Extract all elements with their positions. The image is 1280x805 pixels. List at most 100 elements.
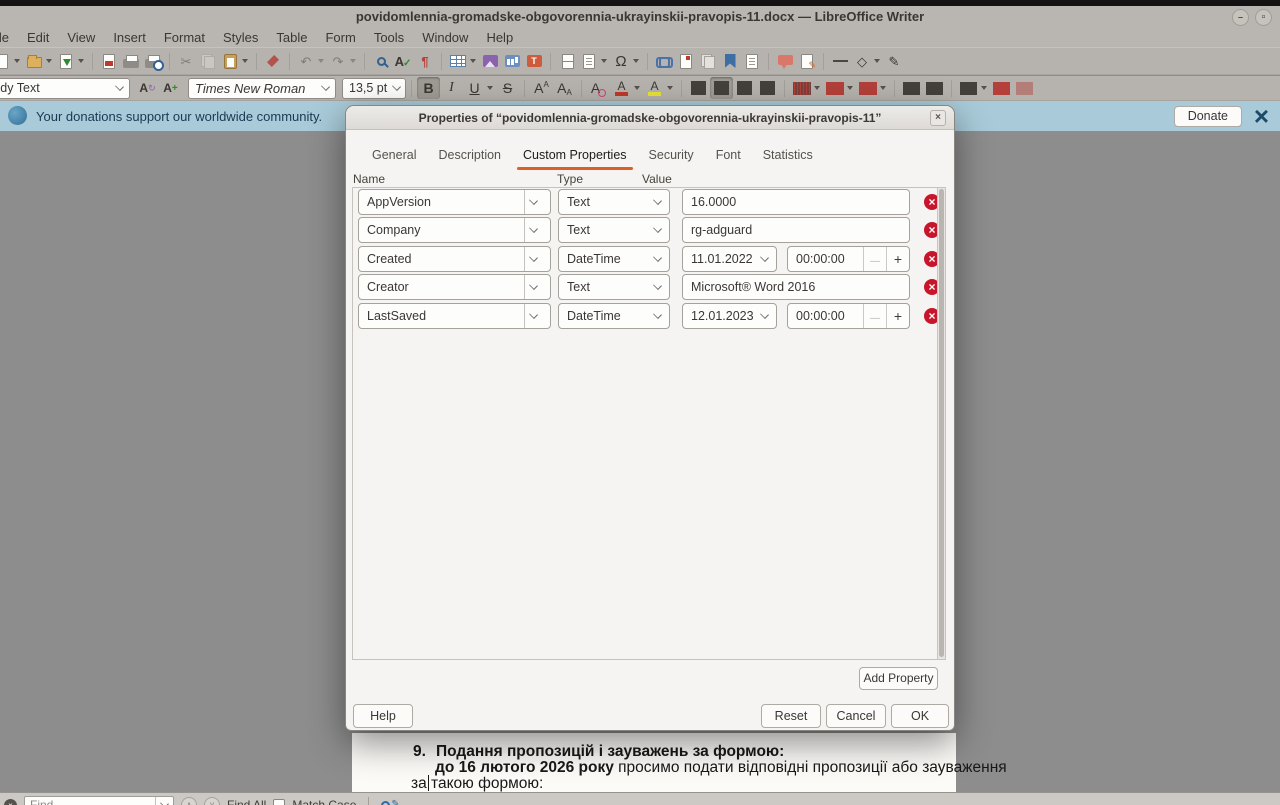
menu-tools[interactable]: Tools [365,30,413,45]
menu-styles[interactable]: Styles [214,30,267,45]
new-document-dropdown[interactable] [14,59,20,63]
font-size-combobox[interactable]: 13,5 pt [342,78,406,99]
time-decrease-button[interactable] [863,304,886,328]
chevron-down-icon[interactable] [387,79,400,98]
font-color-icon[interactable] [610,77,633,99]
copy-icon[interactable] [197,49,219,73]
formatting-marks-icon[interactable]: ¶ [414,49,436,73]
insert-table-icon[interactable] [447,49,469,73]
scrollbar-thumb[interactable] [939,189,944,657]
chevron-down-icon[interactable] [316,79,329,98]
property-value-input[interactable]: rg-adguard [682,217,910,243]
find-and-replace-icon[interactable]: ✎ [381,800,399,805]
insert-line-icon[interactable] [829,49,851,73]
redo-icon[interactable]: ↷ [327,49,349,73]
cancel-button[interactable]: Cancel [826,704,886,728]
dialog-titlebar[interactable]: Properties of “povidomlennia-gromadske-o… [346,106,954,130]
properties-scrollbar[interactable] [937,188,945,659]
font-color-dropdown[interactable] [634,86,640,90]
bullet-list-dropdown[interactable] [814,86,820,90]
open-file-icon[interactable] [23,49,45,73]
numbered-list-dropdown[interactable] [847,86,853,90]
menu-table[interactable]: Table [267,30,316,45]
track-changes-icon[interactable] [796,49,818,73]
justify-icon[interactable] [756,77,779,99]
find-next-icon[interactable] [204,797,220,805]
tab-font[interactable]: Font [705,142,752,170]
decrease-indent-icon[interactable] [923,77,946,99]
clear-formatting-icon[interactable] [587,77,610,99]
chevron-down-icon[interactable] [524,275,542,299]
match-case-checkbox[interactable] [273,799,285,805]
ok-button[interactable]: OK [891,704,949,728]
property-type-combobox[interactable]: DateTime [558,246,670,272]
time-decrease-button[interactable] [863,247,886,271]
insert-field-dropdown[interactable] [601,59,607,63]
special-character-dropdown[interactable] [633,59,639,63]
insert-chart-icon[interactable] [501,49,523,73]
paragraph-style-combobox[interactable]: Body Text [0,78,130,99]
align-center-icon[interactable] [710,77,733,99]
chevron-down-icon[interactable] [155,797,173,805]
donate-button[interactable]: Donate [1174,106,1242,127]
undo-icon[interactable]: ↶ [295,49,317,73]
outline-list-icon[interactable] [856,77,879,99]
property-type-combobox[interactable]: Text [558,274,670,300]
property-type-combobox[interactable]: DateTime [558,303,670,329]
menu-form[interactable]: Form [316,30,364,45]
bold-icon[interactable] [417,77,440,99]
strikethrough-icon[interactable] [496,77,519,99]
numbered-list-icon[interactable] [823,77,846,99]
insert-table-dropdown[interactable] [470,59,476,63]
property-value-input[interactable]: Microsoft® Word 2016 [682,274,910,300]
find-all-button[interactable]: Find All [227,798,266,805]
time-increase-button[interactable] [886,247,909,271]
property-time-field[interactable]: 00:00:00 [787,303,910,329]
increase-paragraph-spacing-icon[interactable] [990,77,1013,99]
open-file-dropdown[interactable] [46,59,52,63]
chevron-down-icon[interactable] [524,247,542,271]
special-character-icon[interactable]: Ω [610,49,632,73]
new-style-icon[interactable] [159,77,182,99]
chevron-down-icon[interactable] [648,190,661,214]
property-date-combobox[interactable]: 11.01.2022 [682,246,777,272]
tab-security[interactable]: Security [638,142,705,170]
property-name-combobox[interactable]: Creator [358,274,551,300]
insert-image-icon[interactable] [479,49,501,73]
paste-dropdown[interactable] [242,59,248,63]
increase-indent-icon[interactable] [900,77,923,99]
underline-dropdown[interactable] [487,86,493,90]
help-button[interactable]: Help [353,704,413,728]
menu-edit[interactable]: Edit [18,30,58,45]
font-name-combobox[interactable]: Times New Roman [188,78,336,99]
chevron-down-icon[interactable] [524,304,542,328]
paste-icon[interactable] [219,49,241,73]
minimize-icon[interactable] [1232,9,1249,26]
page-break-icon[interactable] [556,49,578,73]
italic-icon[interactable] [440,77,463,99]
underline-icon[interactable] [463,77,486,99]
insert-field-icon[interactable] [578,49,600,73]
clone-formatting-icon[interactable] [262,49,284,73]
line-spacing-icon[interactable] [957,77,980,99]
property-type-combobox[interactable]: Text [558,217,670,243]
align-right-icon[interactable] [733,77,756,99]
chevron-down-icon[interactable] [648,218,661,242]
cross-reference-icon[interactable] [741,49,763,73]
bookmark-icon[interactable] [719,49,741,73]
endnote-icon[interactable] [697,49,719,73]
undo-dropdown[interactable] [318,59,324,63]
find-input[interactable]: Find [24,796,174,805]
chevron-down-icon[interactable] [648,247,661,271]
highlight-color-dropdown[interactable] [667,86,673,90]
decrease-paragraph-spacing-icon[interactable] [1013,77,1036,99]
find-replace-icon[interactable] [370,49,392,73]
chevron-down-icon[interactable] [524,190,542,214]
hyperlink-icon[interactable] [653,49,675,73]
save-dropdown[interactable] [78,59,84,63]
highlight-color-icon[interactable] [643,77,666,99]
property-name-combobox[interactable]: LastSaved [358,303,551,329]
find-close-icon[interactable] [4,799,17,805]
maximize-icon[interactable] [1255,9,1272,26]
basic-shapes-dropdown[interactable] [874,59,880,63]
